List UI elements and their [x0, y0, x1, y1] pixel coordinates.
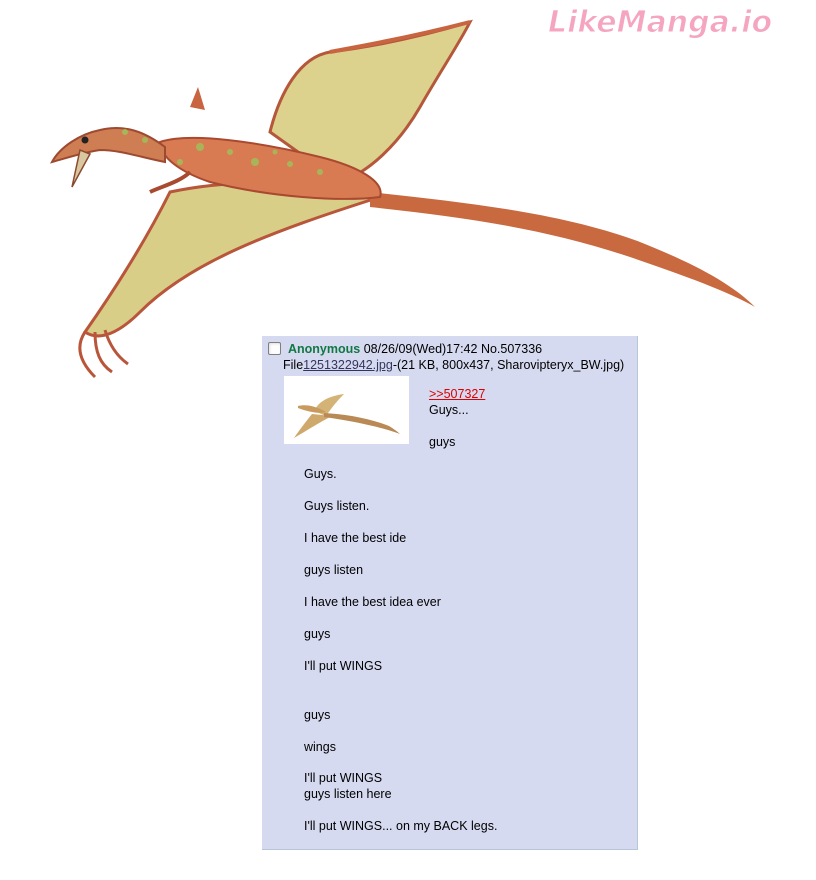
post-line: guys	[304, 627, 331, 641]
post-line: Guys.	[304, 467, 337, 481]
post-line: Guys listen.	[304, 499, 370, 513]
post-datetime: 08/26/09(Wed)17:42	[363, 342, 478, 356]
pterosaur-illustration	[50, 19, 755, 379]
file-details: -(21 KB, 800x437, Sharovipteryx_BW.jpg)	[392, 358, 625, 372]
post-line: I'll put WINGS... on my BACK legs.	[304, 819, 498, 833]
post-line: Guys...	[429, 403, 469, 417]
poster-name: Anonymous	[288, 342, 361, 356]
post-select-checkbox[interactable]	[268, 342, 281, 355]
post-line: I have the best ide	[304, 531, 407, 545]
quote-link[interactable]: >>507327	[429, 387, 485, 401]
post-line: guys	[304, 708, 331, 722]
forum-post: Anonymous 08/26/09(Wed)17:42 No.507336 F…	[262, 336, 638, 850]
file-link[interactable]: 1251322942.jpg	[303, 358, 393, 372]
post-line: I'll put WINGS	[304, 771, 383, 785]
post-line: guys listen	[304, 563, 364, 577]
post-thumbnail[interactable]	[284, 376, 409, 444]
file-prefix: File	[283, 358, 304, 372]
post-header: Anonymous 08/26/09(Wed)17:42 No.507336	[288, 342, 542, 356]
post-number[interactable]: No.507336	[481, 342, 542, 356]
post-line: guys listen here	[304, 787, 392, 801]
post-line: I'll put WINGS	[304, 659, 383, 673]
post-line: guys	[429, 435, 456, 449]
post-line: I have the best idea ever	[304, 595, 441, 609]
file-info: File1251322942.jpg-(21 KB, 800x437, Shar…	[283, 358, 624, 372]
post-line: wings	[304, 740, 336, 754]
